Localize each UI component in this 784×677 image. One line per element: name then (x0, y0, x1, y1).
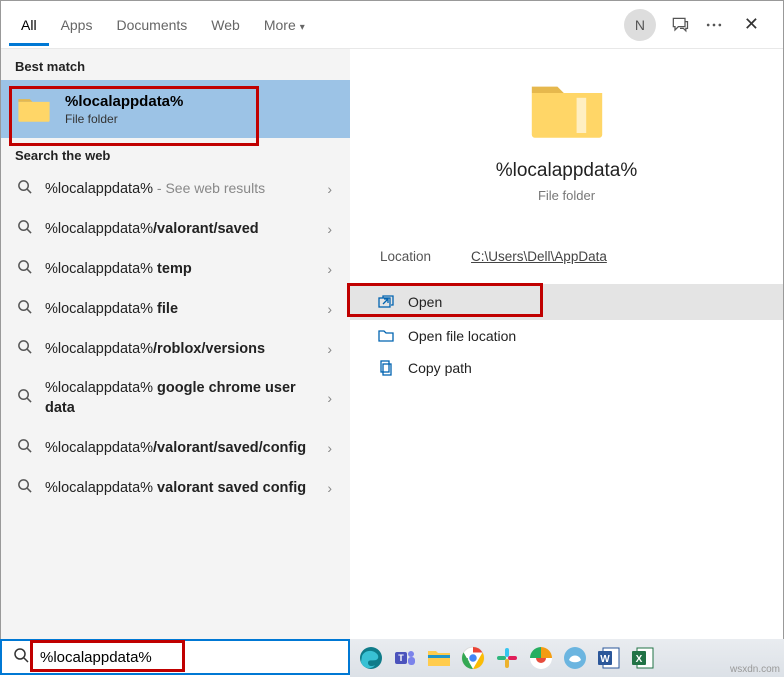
folder-icon-large (527, 77, 607, 141)
search-icon (12, 647, 30, 668)
teams-icon[interactable]: T (392, 645, 418, 671)
tab-apps[interactable]: Apps (49, 3, 105, 46)
search-input[interactable] (40, 649, 338, 666)
web-result-item[interactable]: %localappdata% valorant saved config › (1, 468, 350, 508)
chevron-right-icon: › (323, 390, 336, 406)
filter-tabs-bar: All Apps Documents Web More▾ N ✕ (1, 1, 783, 49)
chevron-right-icon: › (323, 221, 336, 237)
web-results-list: %localappdata% - See web results›%locala… (1, 169, 350, 508)
folder-icon (17, 92, 51, 126)
file-explorer-icon[interactable] (426, 645, 452, 671)
best-match-result[interactable]: %localappdata% File folder (1, 80, 350, 138)
web-result-item[interactable]: %localappdata% - See web results › (1, 169, 350, 209)
web-result-label: %localappdata% file (45, 299, 311, 319)
web-result-label: %localappdata% - See web results (45, 179, 311, 199)
web-result-item[interactable]: %localappdata% file › (1, 289, 350, 329)
excel-icon[interactable]: X (630, 645, 656, 671)
search-window: All Apps Documents Web More▾ N ✕ Best ma… (0, 0, 784, 641)
web-result-label: %localappdata% valorant saved config (45, 478, 311, 498)
more-options-icon[interactable] (704, 15, 724, 35)
web-result-item[interactable]: %localappdata%/roblox/versions › (1, 329, 350, 369)
search-icon (15, 259, 33, 279)
tab-web[interactable]: Web (199, 3, 252, 46)
action-open-location-label: Open file location (408, 328, 516, 344)
web-result-label: %localappdata%/valorant/saved/config (45, 438, 311, 458)
search-icon (15, 179, 33, 199)
web-result-label: %localappdata%/valorant/saved (45, 219, 311, 239)
search-icon (15, 478, 33, 498)
chevron-right-icon: › (323, 181, 336, 197)
search-icon (15, 219, 33, 239)
action-open-label: Open (408, 294, 442, 310)
chevron-right-icon: › (323, 341, 336, 357)
web-result-item[interactable]: %localappdata%/valorant/saved › (1, 209, 350, 249)
action-open-location[interactable]: Open file location (350, 320, 783, 352)
chevron-right-icon: › (323, 301, 336, 317)
best-match-header: Best match (1, 49, 350, 80)
action-copy-path[interactable]: Copy path (350, 352, 783, 384)
web-result-item[interactable]: %localappdata% temp › (1, 249, 350, 289)
tab-more[interactable]: More▾ (252, 3, 317, 46)
web-result-label: %localappdata% temp (45, 259, 311, 279)
app-icon[interactable] (562, 645, 588, 671)
svg-text:X: X (636, 654, 643, 665)
search-icon (15, 299, 33, 319)
preview-title: %localappdata% (370, 160, 763, 182)
slack-icon[interactable] (494, 645, 520, 671)
search-box[interactable] (0, 639, 350, 675)
copy-icon (378, 360, 394, 376)
folder-open-icon (378, 328, 394, 344)
user-avatar[interactable]: N (624, 9, 656, 41)
tab-documents[interactable]: Documents (104, 3, 199, 46)
search-web-header: Search the web (1, 138, 350, 169)
preview-pane: %localappdata% File folder Location C:\U… (350, 49, 783, 640)
chevron-right-icon: › (323, 261, 336, 277)
svg-text:W: W (600, 654, 610, 665)
best-match-title: %localappdata% (65, 93, 183, 110)
close-button[interactable]: ✕ (738, 8, 765, 41)
preview-subtitle: File folder (370, 188, 763, 203)
web-result-item[interactable]: %localappdata% google chrome user data › (1, 369, 350, 428)
location-link[interactable]: C:\Users\Dell\AppData (471, 249, 607, 264)
search-icon (15, 438, 33, 458)
action-open[interactable]: Open (350, 284, 783, 320)
taskbar: T W X (350, 639, 784, 677)
web-result-label: %localappdata% google chrome user data (45, 379, 311, 418)
location-label: Location (380, 249, 431, 264)
chrome-canary-icon[interactable] (528, 645, 554, 671)
open-icon (378, 294, 394, 310)
svg-text:T: T (398, 653, 404, 663)
action-copy-path-label: Copy path (408, 360, 472, 376)
word-icon[interactable]: W (596, 645, 622, 671)
results-pane: Best match %localappdata% File folder Se… (1, 49, 350, 640)
web-result-item[interactable]: %localappdata%/valorant/saved/config › (1, 428, 350, 468)
search-icon (15, 339, 33, 359)
chrome-icon[interactable] (460, 645, 486, 671)
feedback-icon[interactable] (670, 15, 690, 35)
search-icon (15, 388, 33, 408)
tab-all[interactable]: All (9, 3, 49, 46)
highlight-box (347, 283, 543, 317)
chevron-right-icon: › (323, 440, 336, 456)
best-match-subtitle: File folder (65, 112, 183, 126)
web-result-label: %localappdata%/roblox/versions (45, 339, 311, 359)
chevron-right-icon: › (323, 480, 336, 496)
edge-icon[interactable] (358, 645, 384, 671)
watermark: wsxdn.com (730, 664, 780, 675)
chevron-down-icon: ▾ (300, 22, 305, 33)
